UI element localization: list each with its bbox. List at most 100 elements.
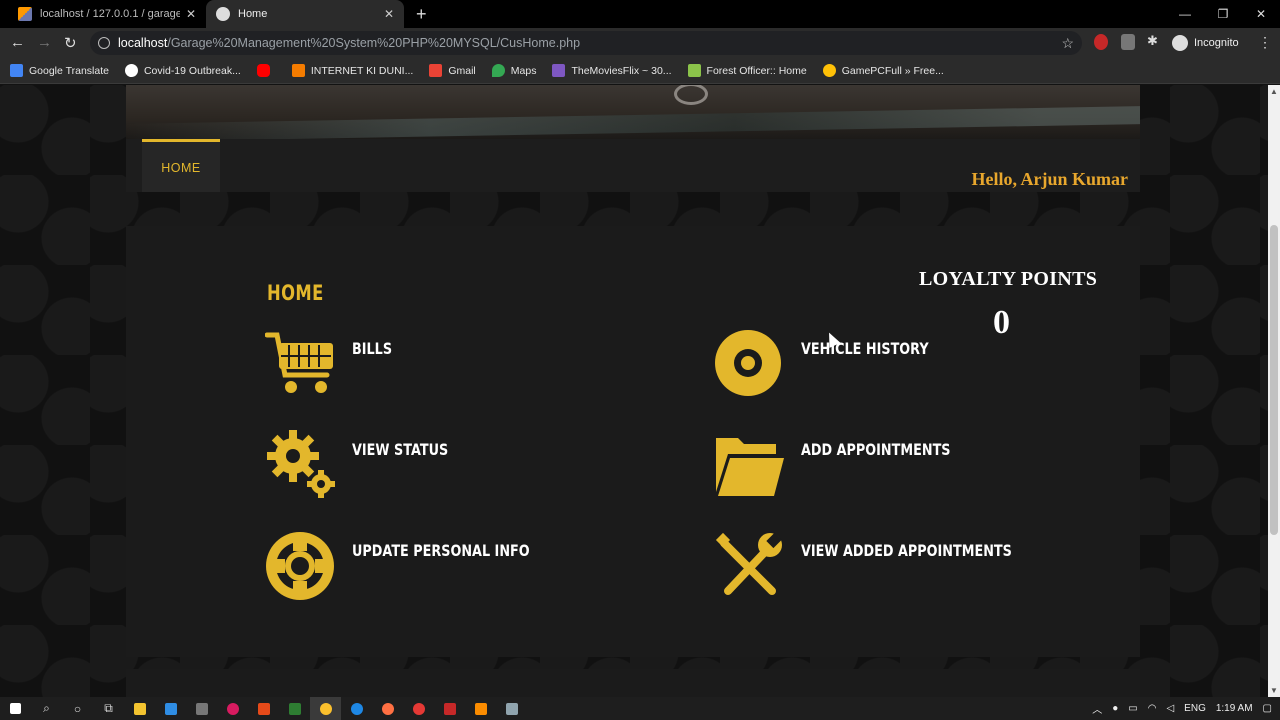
xampp-icon[interactable] xyxy=(465,697,496,720)
close-tab-icon[interactable]: ✕ xyxy=(384,7,394,21)
view-status-link[interactable]: VIEW STATUS xyxy=(265,430,565,500)
search-icon[interactable]: ⌕ xyxy=(31,697,62,720)
bills-label: BILLS xyxy=(352,339,393,358)
bookmark-item[interactable]: Google Translate xyxy=(10,64,109,77)
bookmark-item[interactable]: Covid-19 Outbreak... xyxy=(124,64,241,77)
tab-phpmyadmin[interactable]: localhost / 127.0.0.1 / garage_m ✕ xyxy=(8,0,206,28)
url-host: localhost xyxy=(118,36,168,50)
header-banner-image xyxy=(126,85,1140,139)
extensions-puzzle-icon[interactable]: ✱ xyxy=(1147,33,1161,49)
scrollbar-thumb[interactable] xyxy=(1270,225,1278,535)
add-appointments-label: ADD APPOINTMENTS xyxy=(801,440,951,459)
phpmyadmin-icon xyxy=(18,7,32,21)
battery-icon[interactable]: ▭ xyxy=(1128,703,1137,714)
microphone-icon[interactable]: ● xyxy=(1112,703,1118,714)
notifications-icon[interactable]: ▢ xyxy=(1263,703,1272,714)
loyalty-points-title: LOYALTY POINTS xyxy=(919,268,1098,290)
bookmark-star-icon[interactable]: ☆ xyxy=(1061,31,1074,55)
menu-icon[interactable]: ⋮ xyxy=(1258,34,1272,51)
file-explorer-icon[interactable] xyxy=(124,697,155,720)
bookmark-icon xyxy=(10,64,23,77)
bookmark-item[interactable]: INTERNET KI DUNI... xyxy=(291,64,413,77)
extension-icon[interactable] xyxy=(1094,34,1108,50)
language-indicator[interactable]: ENG xyxy=(1184,703,1206,714)
bills-link[interactable]: BILLS xyxy=(265,329,565,399)
user-greeting: Hello, Arjun Kumar xyxy=(971,169,1129,189)
bookmark-icon xyxy=(687,64,701,77)
bookmarks-bar: Google Translate Covid-19 Outbreak... IN… xyxy=(0,58,1280,84)
bookmark-icon xyxy=(552,64,566,77)
vehicle-history-link[interactable]: VEHICLE HISTORY xyxy=(714,329,1034,399)
gmail-icon xyxy=(429,64,443,77)
view-added-appointments-label: VIEW ADDED APPOINTMENTS xyxy=(801,541,1012,560)
extension-icon[interactable] xyxy=(1121,34,1135,50)
tab-title: Home xyxy=(238,8,268,20)
clock[interactable]: 1:19 AM xyxy=(1216,703,1253,714)
cart-icon xyxy=(265,332,333,393)
page-viewport: HOME Hello, Arjun Kumar HOME LOYALTY POI… xyxy=(0,85,1268,697)
app-icon[interactable] xyxy=(248,697,279,720)
bookmark-item[interactable]: GamePCFull » Free... xyxy=(822,64,944,77)
gears-icon xyxy=(267,430,335,498)
bookmark-icon xyxy=(124,64,138,77)
firefox-icon[interactable] xyxy=(372,697,403,720)
back-icon[interactable]: ← xyxy=(10,34,25,51)
incognito-indicator[interactable]: Incognito xyxy=(1172,35,1239,51)
top-nav: HOME Hello, Arjun Kumar xyxy=(126,139,1140,192)
volume-icon[interactable]: ◁ xyxy=(1166,703,1174,714)
vehicle-history-label: VEHICLE HISTORY xyxy=(801,339,929,358)
page-scrollbar[interactable]: ▲ ▼ xyxy=(1268,85,1280,697)
tab-title: localhost / 127.0.0.1 / garage_m xyxy=(40,8,180,20)
update-personal-info-link[interactable]: UPDATE PERSONAL INFO xyxy=(265,531,585,601)
site-info-icon[interactable] xyxy=(98,37,110,49)
close-tab-icon[interactable]: ✕ xyxy=(186,7,196,21)
profile-label: Incognito xyxy=(1194,37,1239,49)
disc-icon xyxy=(715,330,781,396)
scroll-up-icon[interactable]: ▲ xyxy=(1270,87,1278,96)
os-taskbar: ⌕ ○ ⧉ ︿ ● ▭ ◠ ◁ ENG 1:19 AM ▢ xyxy=(0,697,1280,720)
youtube-icon xyxy=(256,64,270,77)
gear-icon xyxy=(674,85,708,105)
bookmark-item[interactable]: Forest Officer:: Home xyxy=(687,64,807,77)
app-icon[interactable] xyxy=(279,697,310,720)
minimize-icon[interactable]: — xyxy=(1166,0,1204,28)
restore-icon[interactable]: ❐ xyxy=(1204,0,1242,28)
view-added-appointments-link[interactable]: VIEW ADDED APPOINTMENTS xyxy=(714,531,1054,601)
tab-home[interactable]: Home ✕ xyxy=(206,0,404,28)
bookmark-item[interactable]: Maps xyxy=(491,64,536,77)
opera-icon[interactable] xyxy=(403,697,434,720)
folder-icon xyxy=(716,438,784,496)
bookmark-item[interactable]: Gmail xyxy=(429,64,476,77)
forward-icon[interactable]: → xyxy=(37,34,52,51)
tab-strip: localhost / 127.0.0.1 / garage_m ✕ Home … xyxy=(0,0,1280,28)
reload-icon[interactable]: ↻ xyxy=(64,34,77,52)
mail-icon[interactable] xyxy=(155,697,186,720)
close-window-icon[interactable]: ✕ xyxy=(1242,0,1280,28)
edge-icon[interactable] xyxy=(341,697,372,720)
url-path: /Garage%20Management%20System%20PHP%20MY… xyxy=(167,36,581,50)
app-icon[interactable] xyxy=(496,697,527,720)
update-personal-info-label: UPDATE PERSONAL INFO xyxy=(352,541,530,560)
bookmark-item[interactable] xyxy=(256,64,276,77)
app-icon[interactable] xyxy=(434,697,465,720)
app-icon[interactable] xyxy=(217,697,248,720)
app-icon[interactable] xyxy=(186,697,217,720)
view-status-label: VIEW STATUS xyxy=(352,440,449,459)
wifi-icon[interactable]: ◠ xyxy=(1148,703,1157,714)
add-appointments-link[interactable]: ADD APPOINTMENTS xyxy=(714,430,1034,500)
new-tab-button[interactable]: + xyxy=(416,4,427,25)
system-tray: ︿ ● ▭ ◠ ◁ ENG 1:19 AM ▢ xyxy=(1092,697,1272,720)
chrome-icon[interactable] xyxy=(310,697,341,720)
incognito-icon xyxy=(1172,35,1188,51)
nav-home-link[interactable]: HOME xyxy=(142,139,220,192)
cortana-icon[interactable]: ○ xyxy=(62,697,93,720)
scroll-down-icon[interactable]: ▼ xyxy=(1270,686,1278,695)
bookmark-item[interactable]: TheMoviesFlix ~ 30... xyxy=(552,64,672,77)
tray-chevron-icon[interactable]: ︿ xyxy=(1092,701,1102,716)
address-bar[interactable]: localhost/Garage%20Management%20System%2… xyxy=(90,31,1082,55)
globe-icon xyxy=(216,7,230,21)
task-view-icon[interactable]: ⧉ xyxy=(93,697,124,720)
lifebuoy-icon xyxy=(266,532,334,600)
maps-icon xyxy=(491,64,505,77)
windows-start-icon[interactable] xyxy=(0,697,31,720)
